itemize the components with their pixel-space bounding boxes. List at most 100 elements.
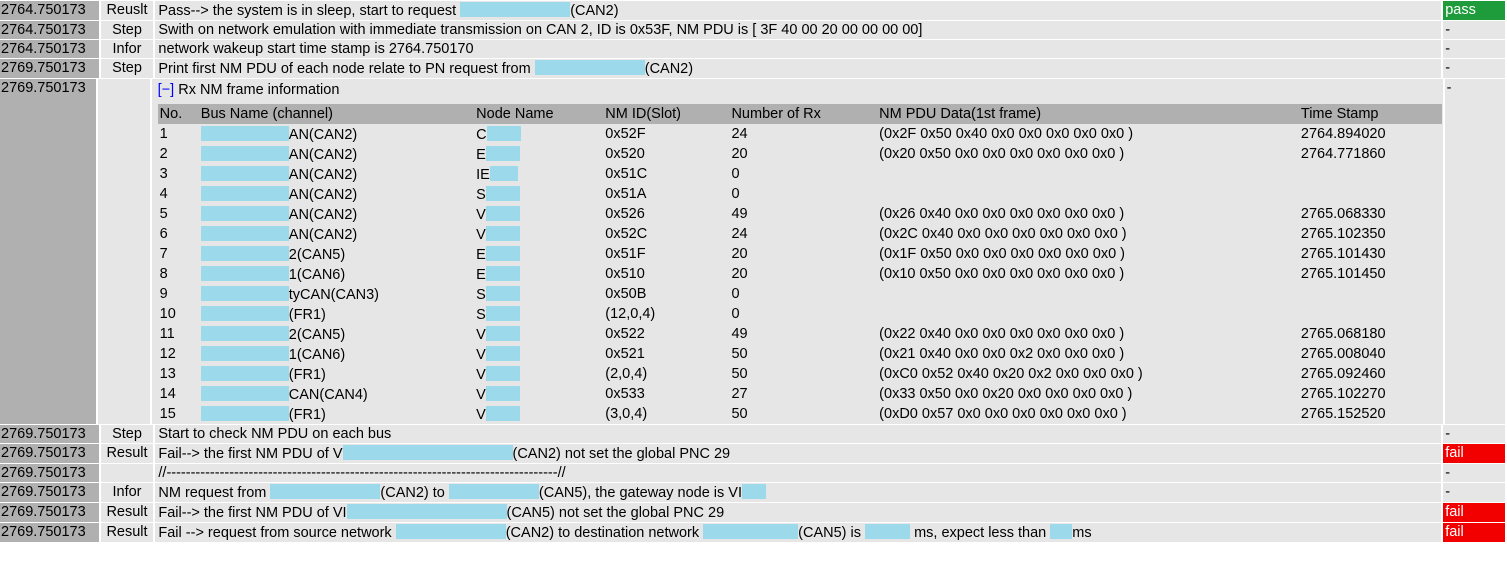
cell-value: 15 (159, 406, 176, 422)
cell-value: 10 (159, 306, 176, 322)
collapse-toggle[interactable]: [−] (158, 82, 175, 98)
message-text: (CAN2) not set the global PNC 29 (512, 446, 731, 462)
table-row: 5 AN(CAN2) V 0x526 49 (0x26 0x40 0x0 0x0 0x0 … (158, 204, 1442, 224)
table-cell: 8 (158, 264, 199, 284)
cell-value: 0x533 (605, 386, 645, 402)
cell-value: (FR1) (288, 406, 326, 423)
cell-value: (0x21 0x40 0x0 0x0 0x2 0x0 0x0 0x0 ) (879, 346, 1125, 362)
rx-nm-frame-section: [−] Rx NM frame information No. Bus Name (… (155, 80, 1442, 424)
message-text: (CAN2) (570, 3, 619, 19)
redacted-text (200, 185, 289, 201)
table-header-row: No. Bus Name (channel) Node Name NM ID(Slot… (157, 104, 1442, 124)
table-cell: (0xD0 0x57 0x0 0x0 0x0 0x0 0x0 0x0 ) (877, 404, 1299, 424)
table-cell: (2,0,4) (603, 364, 729, 384)
table-cell: V (474, 384, 603, 404)
table-cell: (FR1) (199, 404, 474, 424)
table-cell: 20 (729, 244, 877, 264)
cell-value: V (476, 346, 486, 363)
timestamp: 2764.750173 (0, 40, 99, 58)
redacted-text (485, 345, 520, 361)
table-cell: 0x526 (603, 204, 729, 224)
cell-value: 11 (159, 326, 175, 342)
status-badge: - (1444, 79, 1505, 424)
cell-value: 13 (159, 366, 176, 382)
table-row: 1 AN(CAN2) C 0x52F 24 (0x2F 0x50 0x40 0x0 0x0… (158, 124, 1442, 144)
entry-type: Result (100, 523, 154, 542)
timestamp: 2764.750173 (0, 21, 99, 39)
table-cell: 0 (729, 184, 877, 204)
table-cell: 1 (158, 124, 199, 144)
cell-value: 2765.068330 (1300, 206, 1386, 222)
table-row: 2 AN(CAN2) E 0x520 20 (0x20 0x50 0x0 0x0 0x0 … (158, 144, 1442, 164)
timestamp: 2769.750173 (0, 483, 99, 502)
table-cell: 27 (729, 384, 877, 404)
table-cell: AN(CAN2) (199, 204, 474, 224)
cell-value: 2765.068180 (1300, 326, 1386, 342)
cell-value: 0x526 (605, 206, 645, 222)
table-cell: (FR1) (199, 304, 474, 324)
table-row: 10 (FR1) S (12,0,4) 0 (158, 304, 1442, 324)
log-row: 2769.750173 Infor NM request from (CAN2) t… (0, 483, 1505, 502)
column-header: Number of Rx (729, 104, 878, 124)
cell-value: 0x52F (605, 126, 646, 142)
table-cell: E (474, 144, 603, 164)
cell-value: 24 (731, 126, 748, 142)
cell-value: S (476, 306, 486, 323)
cell-value: S (476, 186, 486, 203)
cell-value: 2765.008040 (1300, 346, 1386, 362)
table-cell: (0x2C 0x40 0x0 0x0 0x0 0x0 0x0 0x0 ) (877, 224, 1299, 244)
table-cell: AN(CAN2) (199, 164, 474, 184)
redacted-text (200, 325, 289, 341)
redacted-text (703, 524, 799, 539)
table-row: 7 2(CAN5) E 0x51F 20 (0x1F 0x50 0x0 0x0 0x0 0… (158, 244, 1442, 264)
table-cell: 2764.771860 (1299, 144, 1442, 164)
table-row: 11 2(CAN5) V 0x522 49 (0x22 0x40 0x0 0x0 0x0 … (158, 324, 1442, 344)
table-cell: IE (474, 164, 603, 184)
table-cell: 20 (729, 144, 877, 164)
table-cell: 2764.894020 (1299, 124, 1442, 144)
redacted-text (489, 165, 518, 181)
table-cell: AN(CAN2) (199, 224, 474, 244)
table-cell: V (474, 364, 603, 384)
message-text: (CAN2) to (380, 485, 449, 501)
redacted-text (485, 305, 520, 321)
table-cell: V (474, 404, 603, 424)
table-cell: (0x26 0x40 0x0 0x0 0x0 0x0 0x0 0x0 ) (877, 204, 1299, 224)
cell-value: IE (476, 166, 490, 183)
cell-value: V (476, 366, 486, 383)
cell-value: 50 (731, 346, 748, 362)
table-cell (877, 304, 1299, 324)
cell-value: 4 (159, 186, 168, 202)
redacted-text (485, 405, 520, 421)
redacted-text (200, 365, 289, 381)
message-text: (CAN5), the gateway node is VI (538, 485, 742, 501)
entry-type: Step (100, 425, 154, 443)
cell-value: 0x52C (605, 226, 648, 242)
cell-value: 0x51F (605, 246, 646, 262)
redacted-text (485, 325, 520, 341)
table-cell: (0x22 0x40 0x0 0x0 0x0 0x0 0x0 0x0 ) (877, 324, 1299, 344)
table-cell: 50 (729, 364, 877, 384)
redacted-text (534, 60, 645, 75)
table-cell: 14 (158, 384, 199, 404)
table-cell: (0x2F 0x50 0x40 0x0 0x0 0x0 0x0 0x0 ) (877, 124, 1299, 144)
redacted-text (200, 145, 289, 161)
cell-value: tyCAN(CAN3) (288, 286, 380, 303)
table-cell: 2765.101450 (1299, 264, 1442, 284)
table-cell: (0x20 0x50 0x0 0x0 0x0 0x0 0x0 0x0 ) (877, 144, 1299, 164)
log-row: 2764.750173 Infor network wakeup start tim… (0, 40, 1505, 58)
timestamp: 2769.750173 (0, 79, 97, 424)
message-text: Fail--> the first NM PDU of V (158, 446, 343, 462)
redacted-text (485, 285, 520, 301)
table-cell: S (474, 304, 603, 324)
redacted-text (486, 125, 521, 141)
table-cell: 0x51F (603, 244, 729, 264)
table-cell: 24 (729, 224, 877, 244)
cell-value: (0x1F 0x50 0x0 0x0 0x0 0x0 0x0 0x0 ) (879, 246, 1126, 262)
cell-value: (0xD0 0x57 0x0 0x0 0x0 0x0 0x0 0x0 ) (879, 406, 1127, 422)
redacted-text (395, 524, 506, 539)
table-cell: (0xC0 0x52 0x40 0x20 0x2 0x0 0x0 0x0 ) (877, 364, 1299, 384)
table-cell: 0x51C (603, 164, 729, 184)
table-cell: 2765.068330 (1299, 204, 1442, 224)
table-cell: 2(CAN5) (199, 244, 474, 264)
